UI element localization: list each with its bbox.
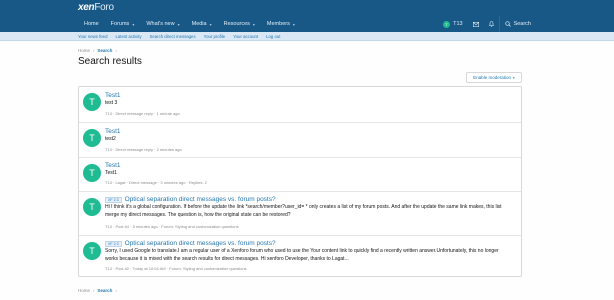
nav-tab-media[interactable]: Media ▾ <box>186 16 218 32</box>
caret-down-icon: ▾ <box>513 75 515 80</box>
nav-tab-members[interactable]: Members ▾ <box>261 16 301 32</box>
sub-nav: Your news feed Latest activity Search dire… <box>0 32 614 41</box>
nav-user-area: T T13 Search <box>438 16 536 32</box>
result-meta: T13 · Post #4 · 5 minutes ago · Forum: S… <box>105 224 239 229</box>
avatar[interactable]: T <box>83 164 101 182</box>
account-menu[interactable]: T T13 <box>438 16 467 32</box>
alerts-button[interactable] <box>484 16 499 32</box>
avatar[interactable]: T <box>83 198 101 216</box>
username: T13 <box>453 21 463 27</box>
site-header: xen Foro <box>0 0 614 16</box>
chevron-down-icon[interactable]: ▾ <box>210 22 212 27</box>
result-title-row: Test1 <box>105 128 121 135</box>
avatar: T <box>443 20 451 28</box>
chevron-down-icon[interactable]: ▾ <box>293 22 295 27</box>
logo-text-bold: Foro <box>94 2 114 13</box>
result-snippet: Hi I think it's a global configuration. … <box>105 204 502 218</box>
list-item: T Test1 test 3 T13 · Direct message reply ·… <box>79 87 521 123</box>
sub-nav-link-log-out[interactable]: Log out <box>266 34 280 39</box>
result-title-row: Test1 <box>105 92 121 99</box>
chevron-right-icon: › <box>115 287 117 293</box>
site-logo[interactable]: xen Foro <box>78 2 114 14</box>
result-meta: T13 · Direct message reply · 2 minutes a… <box>105 147 182 152</box>
breadcrumb-home[interactable]: Home <box>78 48 90 53</box>
result-meta: T13 · Lagat · Direct message · 3 minutes… <box>105 180 207 185</box>
chevron-down-icon[interactable]: ▾ <box>132 22 134 27</box>
envelope-icon <box>472 21 479 27</box>
result-title-link[interactable]: Test1 <box>105 128 121 135</box>
search-label: Search <box>513 21 531 27</box>
nav-tab-label: Home <box>84 21 99 27</box>
inbox-button[interactable] <box>468 16 484 32</box>
result-title-link[interactable]: Test1 <box>105 162 121 169</box>
enable-moderation-label: Enable moderation <box>473 75 511 80</box>
list-item: T XF 2.3 Optical separation direct message… <box>79 236 521 277</box>
nav-tab-resources[interactable]: Resources ▾ <box>218 16 261 32</box>
result-title-row: Test1 <box>105 162 121 169</box>
avatar[interactable]: T <box>83 242 101 260</box>
sub-nav-link-your-account[interactable]: Your account <box>233 34 258 39</box>
nav-tab-what-s-new[interactable]: What's new ▾ <box>140 16 185 32</box>
sub-nav-link-latest-activity[interactable]: Latest activity <box>115 34 141 39</box>
result-title-link[interactable]: Optical separation direct messages vs. f… <box>125 240 276 247</box>
result-meta: T13 · Post #2 · Today at 10:04 AM · Foru… <box>105 266 247 271</box>
result-snippet: test 3 <box>105 100 118 106</box>
search-results-list: T Test1 test 3 T13 · Direct message reply ·… <box>78 86 522 277</box>
nav-tab-home[interactable]: Home <box>78 16 105 32</box>
chevron-right-icon: › <box>93 287 95 293</box>
result-title-row: XF 2.3 Optical separation direct messages… <box>105 240 276 247</box>
nav-tab-label: Members <box>266 21 290 27</box>
page-title: Search results <box>78 56 142 67</box>
result-title-row: XF 2.3 Optical separation direct messages… <box>105 196 276 203</box>
result-snippet: test2 <box>105 136 116 142</box>
chevron-right-icon: › <box>93 47 95 53</box>
list-item: T Test1 test2 T13 · Direct message reply · … <box>79 123 521 158</box>
avatar[interactable]: T <box>83 93 101 111</box>
avatar[interactable]: T <box>83 129 101 147</box>
breadcrumb-current[interactable]: Search <box>97 48 112 53</box>
sub-nav-link-your-profile[interactable]: Your profile <box>204 34 226 39</box>
search-button[interactable]: Search <box>500 16 536 32</box>
nav-tab-label: Resources <box>223 21 250 27</box>
sub-nav-link-your-news-feed[interactable]: Your news feed <box>78 34 107 39</box>
bell-icon <box>488 21 494 27</box>
list-item: T XF 2.3 Optical separation direct message… <box>79 192 521 236</box>
breadcrumb-bottom: Home › Search › <box>78 286 117 294</box>
breadcrumb-home[interactable]: Home <box>78 288 90 293</box>
result-snippet: Sorry, I used Google to translate.I am a… <box>105 248 499 262</box>
version-prefix-badge[interactable]: XF 2.3 <box>105 240 122 247</box>
breadcrumb: Home › Search › <box>78 46 117 54</box>
main-nav: Home Forums ▾ What's new ▾ Media ▾ Resources ▾ Me… <box>0 16 614 32</box>
sub-nav-links: Your news feed Latest activity Search dire… <box>78 32 280 41</box>
sub-nav-link-search-direct-messages[interactable]: Search direct messages <box>150 34 196 39</box>
nav-tabs: Home Forums ▾ What's new ▾ Media ▾ Resources ▾ Me… <box>78 16 301 32</box>
result-title-link[interactable]: Test1 <box>105 92 121 99</box>
nav-tab-label: Forums <box>110 21 130 27</box>
chevron-right-icon: › <box>115 47 117 53</box>
breadcrumb-current[interactable]: Search <box>97 288 112 293</box>
result-title-link[interactable]: Optical separation direct messages vs. f… <box>125 196 276 203</box>
chevron-down-icon[interactable]: ▾ <box>178 22 180 27</box>
search-icon <box>504 21 511 27</box>
version-prefix-badge[interactable]: XF 2.3 <box>105 196 122 203</box>
list-item: T Test1 Test1 T13 · Lagat · Direct message … <box>79 158 521 192</box>
logo-text: xen <box>78 2 95 13</box>
result-snippet: Test1 <box>105 170 117 176</box>
enable-moderation-button[interactable]: Enable moderation ▾ <box>466 72 522 83</box>
nav-tab-label: What's new <box>146 21 175 27</box>
result-meta: T13 · Direct message reply · 1 minute ag… <box>105 111 180 116</box>
nav-tab-label: Media <box>191 21 207 27</box>
chevron-down-icon[interactable]: ▾ <box>253 22 255 27</box>
nav-tab-forums[interactable]: Forums ▾ <box>105 16 141 32</box>
